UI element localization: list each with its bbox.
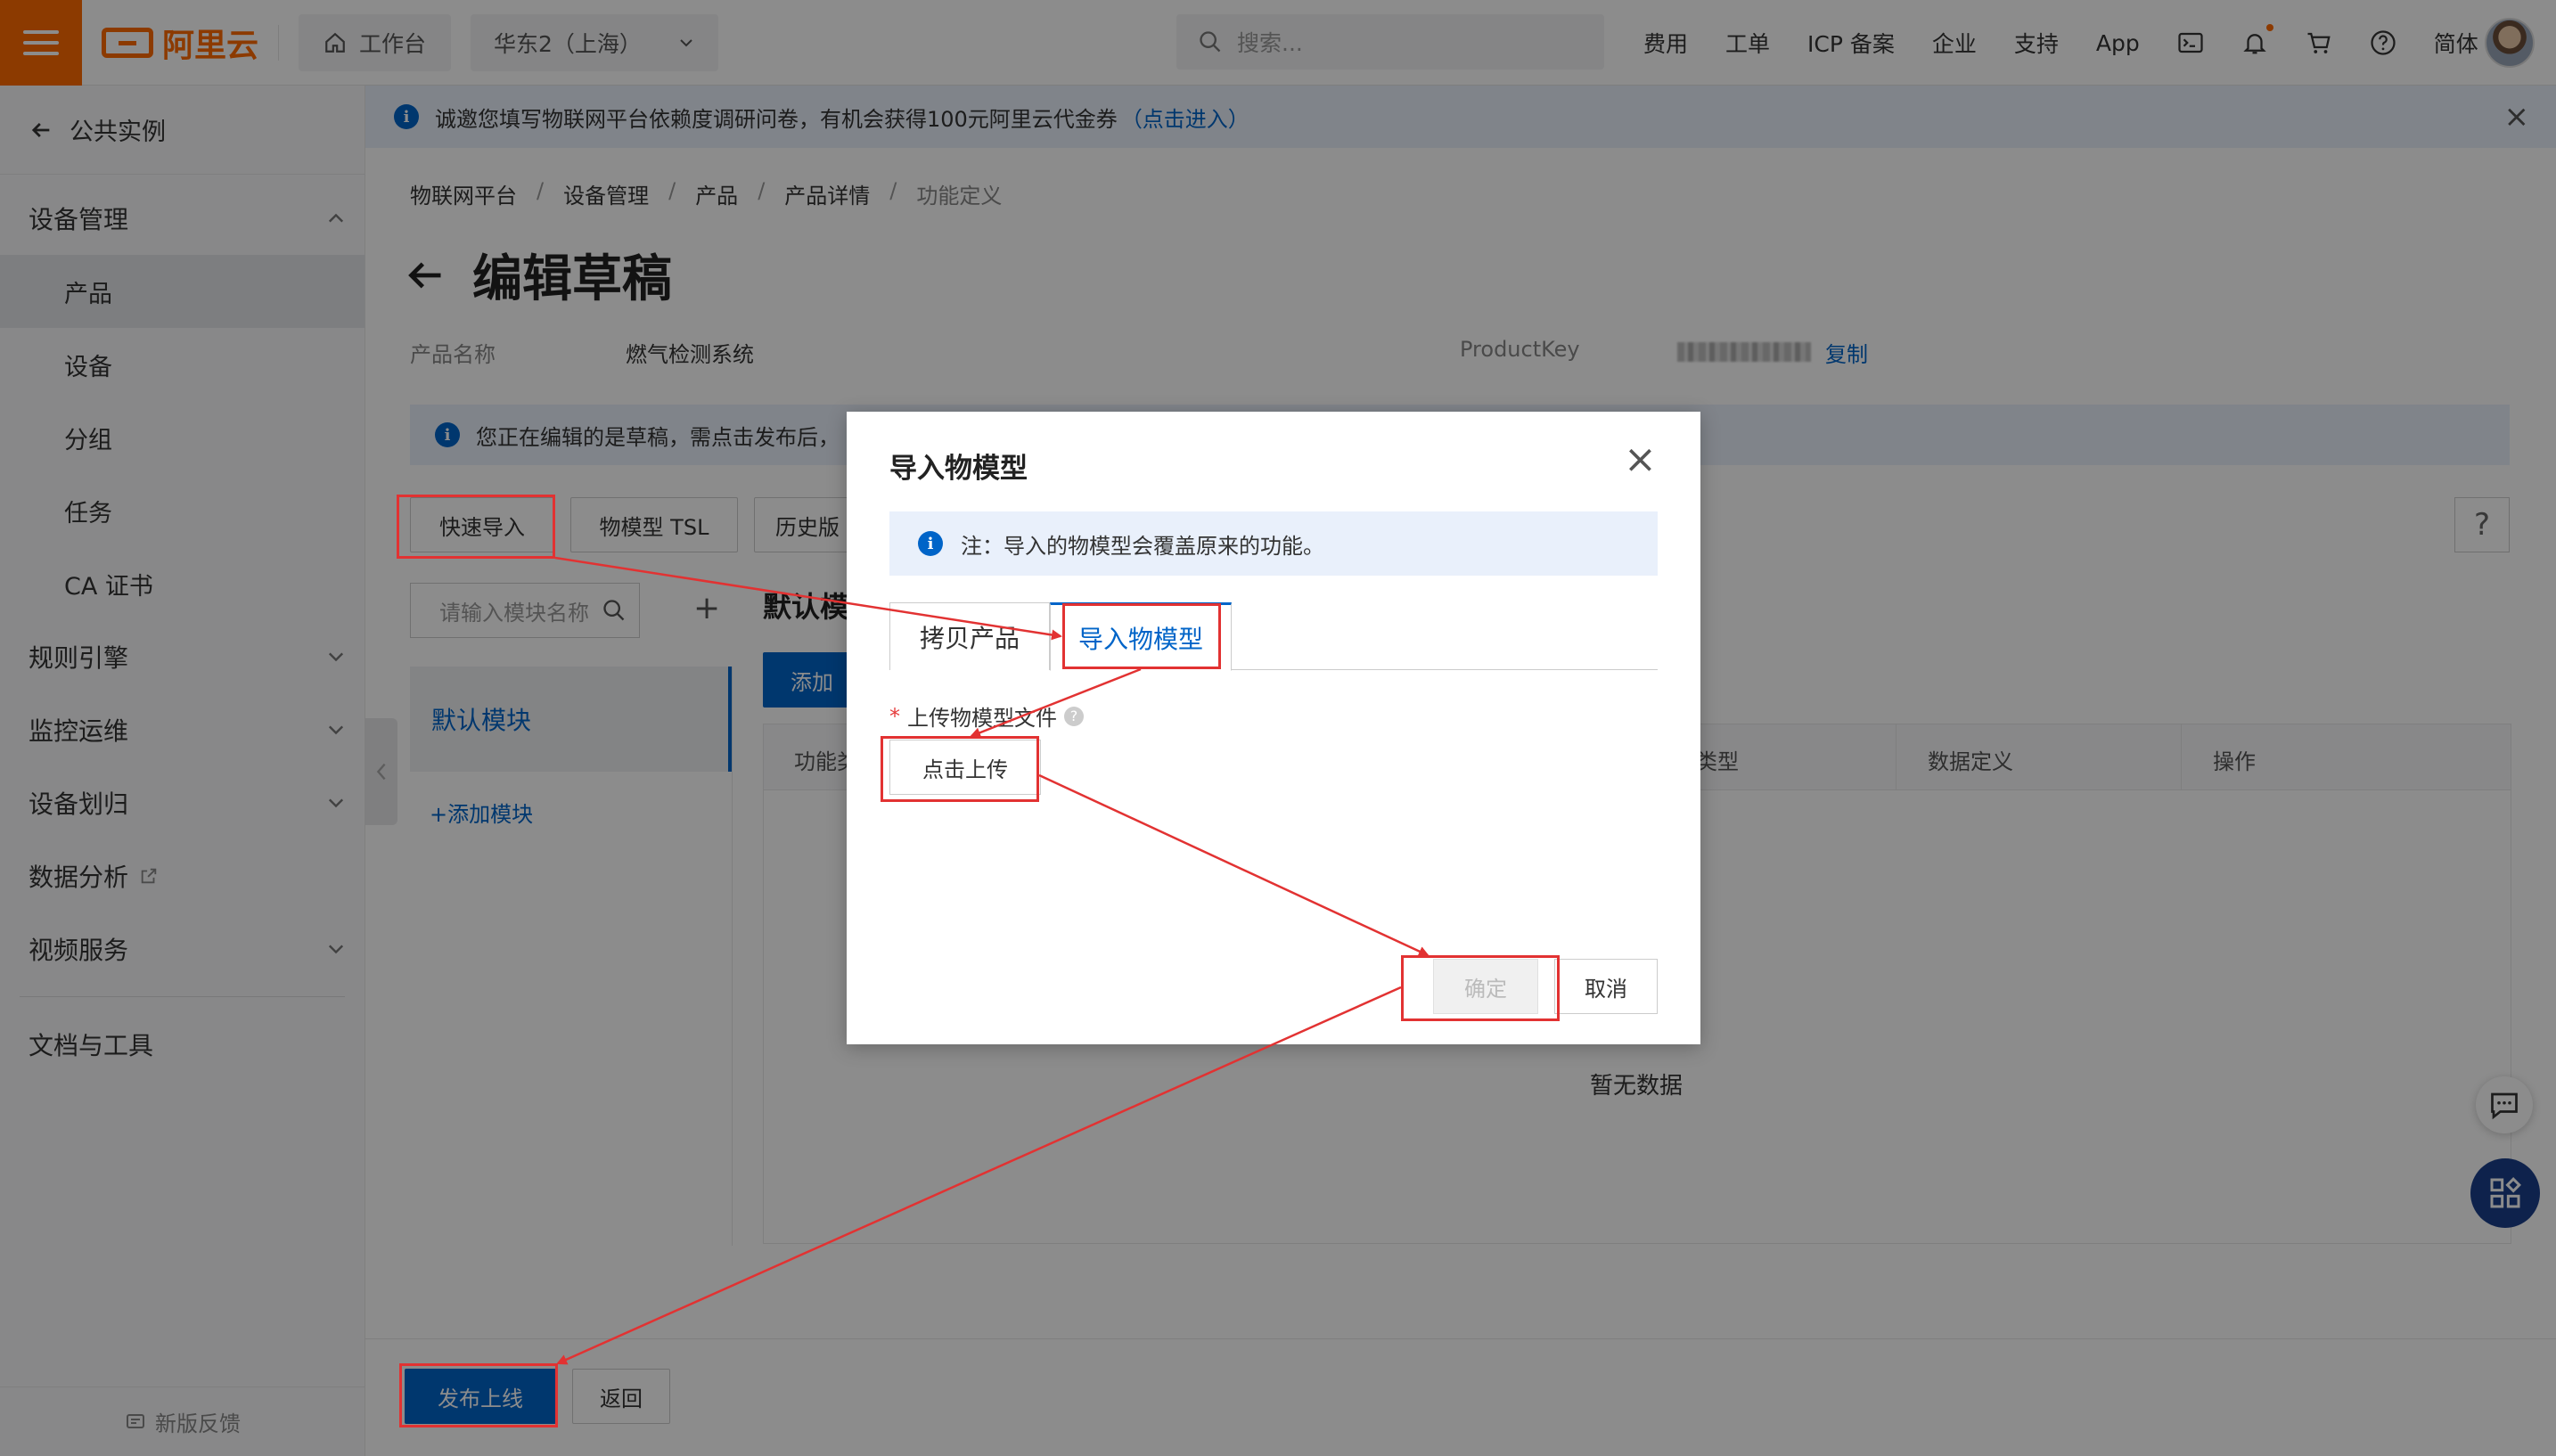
close-icon[interactable]: ×: [1624, 440, 1657, 479]
tab-import-tsl[interactable]: 导入物模型: [1050, 602, 1232, 671]
dialog-note: i 注：导入的物模型会覆盖原来的功能。: [889, 511, 1658, 576]
confirm-button[interactable]: 确定: [1433, 959, 1538, 1014]
upload-label-text: 上传物模型文件: [907, 706, 1057, 731]
upload-button[interactable]: 点击上传: [889, 740, 1041, 795]
question-icon[interactable]: ?: [1064, 706, 1084, 726]
upload-field-label: * 上传物模型文件 ?: [889, 700, 1084, 732]
dialog-note-text: 注：导入的物模型会覆盖原来的功能。: [961, 533, 1324, 559]
import-tsl-dialog: 导入物模型 × i 注：导入的物模型会覆盖原来的功能。 拷贝产品 导入物模型 *…: [847, 412, 1700, 1044]
required-mark: *: [889, 703, 900, 729]
cancel-button[interactable]: 取消: [1554, 959, 1658, 1014]
dialog-tabs: 拷贝产品 导入物模型: [889, 602, 1658, 671]
info-icon: i: [918, 531, 943, 556]
dialog-title: 导入物模型: [889, 453, 1028, 485]
tab-copy-product[interactable]: 拷贝产品: [889, 602, 1050, 670]
